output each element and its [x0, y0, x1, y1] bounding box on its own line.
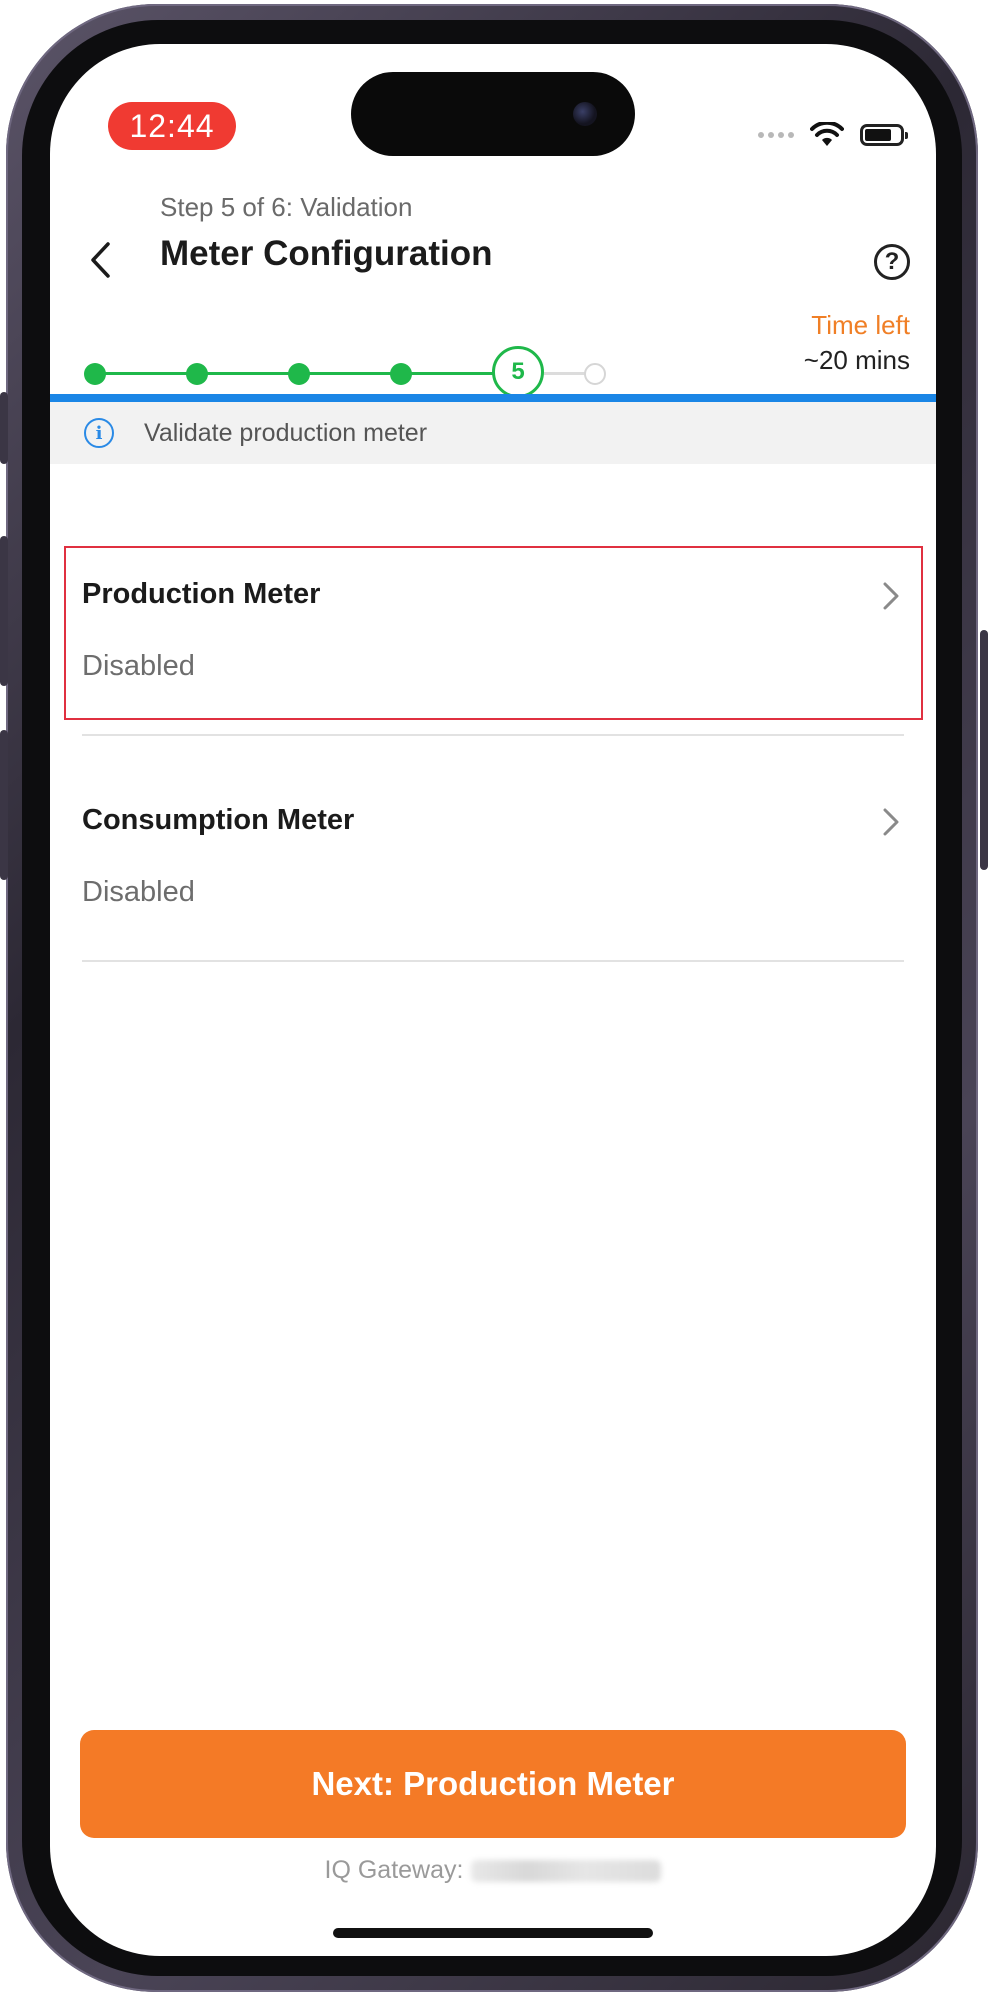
step-dot-1: [84, 363, 106, 385]
app-screen: 12:44 Step 5 of 6: Validation Meter Conf…: [50, 44, 936, 1956]
question-circle-icon: ?: [884, 248, 900, 275]
step-dot-4: [390, 363, 412, 385]
step-dot-3: [288, 363, 310, 385]
battery-icon: [860, 124, 908, 146]
wifi-icon: [810, 122, 844, 146]
time-left-value: ~20 mins: [803, 345, 910, 375]
info-banner: i Validate production meter: [50, 402, 936, 464]
step-label: Step 5 of 6: Validation: [160, 192, 413, 222]
back-button[interactable]: [78, 234, 122, 286]
info-banner-text: Validate production meter: [144, 418, 428, 447]
step-current: 5: [492, 346, 544, 398]
accent-bar: [50, 394, 936, 402]
dynamic-island: [351, 72, 635, 156]
meter-name: Consumption Meter: [82, 804, 355, 836]
home-indicator: [333, 1928, 653, 1938]
volume-down-button: [0, 730, 8, 880]
help-button[interactable]: ?: [874, 244, 910, 280]
power-button: [980, 630, 988, 870]
divider: [82, 734, 904, 736]
gateway-serial-redacted: [471, 1860, 662, 1883]
meter-status: Disabled: [82, 876, 195, 908]
consumption-meter-item[interactable]: Consumption Meter Disabled: [82, 780, 904, 940]
status-time: 12:44: [108, 102, 236, 150]
action-button: [0, 392, 8, 464]
chevron-right-icon: [883, 808, 899, 836]
time-left: Time left ~20 mins: [804, 310, 910, 376]
step-dot-6: [584, 363, 606, 385]
step-dot-2: [186, 363, 208, 385]
camera-icon: [573, 102, 597, 126]
time-left-label: Time left: [811, 310, 910, 340]
divider: [82, 960, 904, 962]
next-button[interactable]: Next: Production Meter: [80, 1730, 906, 1838]
info-icon: i: [84, 418, 114, 448]
chevron-left-icon: [91, 242, 110, 278]
gateway-label: IQ Gateway:: [324, 1856, 464, 1884]
selection-highlight: [64, 546, 923, 720]
signal-dots-icon: [758, 132, 794, 138]
volume-up-button: [0, 536, 8, 686]
page-title: Meter Configuration: [160, 234, 493, 273]
gateway-info: IQ Gateway:: [50, 1856, 936, 1885]
status-icons: [758, 118, 908, 152]
